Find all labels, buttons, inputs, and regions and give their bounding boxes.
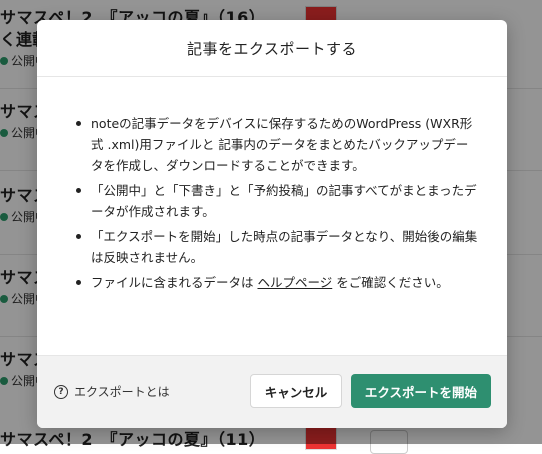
start-export-button[interactable]: エクスポートを開始 — [351, 374, 491, 408]
info-item: 「公開中」と「下書き」と「予約投稿」の記事すべてがまとまったデータが作成されます… — [76, 180, 479, 222]
info-list: noteの記事データをデバイスに保存するためのWordPress (WXR形式 … — [71, 113, 479, 293]
info-item: noteの記事データをデバイスに保存するためのWordPress (WXR形式 … — [76, 113, 479, 176]
help-suffix: をご確認ください。 — [332, 275, 449, 290]
help-page-link[interactable]: ヘルプページ — [257, 275, 332, 290]
dialog-header: 記事をエクスポートする — [37, 20, 507, 77]
dialog-body: noteの記事データをデバイスに保存するためのWordPress (WXR形式 … — [37, 77, 507, 353]
cancel-button[interactable]: キャンセル — [250, 374, 342, 408]
help-prefix: ファイルに含まれるデータは — [91, 275, 258, 290]
export-dialog: 記事をエクスポートする noteの記事データをデバイスに保存するためのWordP… — [37, 20, 507, 428]
dialog-footer: ? エクスポートとは キャンセル エクスポートを開始 — [37, 355, 507, 428]
info-item-help: ファイルに含まれるデータは ヘルプページ をご確認ください。 — [76, 272, 479, 293]
about-export-link[interactable]: ? エクスポートとは — [54, 383, 170, 400]
info-item: 「エクスポートを開始」した時点の記事データとなり、開始後の編集は反映されません。 — [76, 226, 479, 268]
about-export-label: エクスポートとは — [74, 385, 170, 399]
dialog-title: 記事をエクスポートする — [186, 39, 358, 58]
question-circle-icon: ? — [54, 384, 68, 399]
